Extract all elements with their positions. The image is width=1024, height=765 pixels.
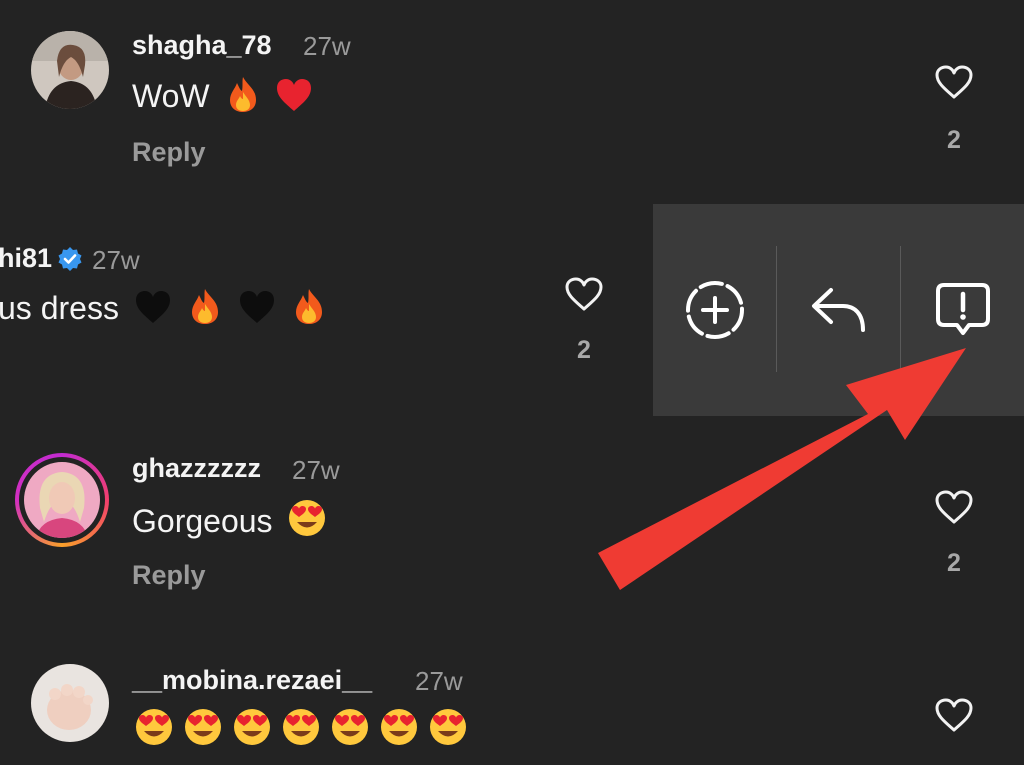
heart-eyes-emoji-icon (428, 707, 468, 755)
timestamp: 27w (415, 666, 463, 696)
fire-emoji-icon (291, 287, 327, 333)
heart-eyes-emoji-icon (287, 498, 327, 546)
heart-outline-icon (565, 277, 603, 311)
avatar[interactable] (31, 31, 109, 109)
heart-eyes-emoji-icon (330, 707, 370, 755)
like-button[interactable] (932, 697, 976, 733)
tray-divider (776, 246, 777, 372)
report-button[interactable] (901, 204, 1024, 416)
heart-eyes-emoji-icon (379, 707, 419, 755)
heart-eyes-emoji-icon (281, 707, 321, 755)
fire-emoji-icon (225, 75, 261, 121)
comment-text: WoW (132, 75, 313, 121)
heart-outline-icon (935, 65, 973, 99)
report-icon (935, 283, 990, 335)
heart-outline-icon (935, 698, 973, 732)
comment-text: Gorgeous (132, 498, 327, 546)
heart-eyes-emoji-icon (134, 707, 174, 755)
verified-badge-icon (57, 246, 83, 277)
username[interactable]: hi81 (0, 243, 52, 274)
timestamp: 27w (92, 245, 140, 275)
black-heart-emoji-icon (134, 289, 172, 333)
like-button[interactable] (932, 489, 976, 525)
comment-action-tray (653, 204, 1024, 416)
reply-action-button[interactable] (777, 204, 900, 416)
heart-eyes-emoji-icon (232, 707, 272, 755)
timestamp: 27w (292, 455, 340, 485)
add-icon (685, 281, 744, 339)
red-heart-emoji-icon (275, 77, 313, 121)
username[interactable]: __mobina.rezaei__ (132, 665, 372, 696)
username[interactable]: shagha_78 (132, 30, 272, 61)
comment-text-content: Gorgeous (132, 503, 273, 539)
heart-outline-icon (935, 490, 973, 524)
comment-text-content: us dress (0, 290, 119, 326)
avatar[interactable] (31, 664, 109, 742)
comment-text-content: WoW (132, 78, 210, 114)
like-button[interactable] (932, 64, 976, 100)
comment-text (128, 707, 468, 755)
tray-divider (900, 246, 901, 372)
reply-button[interactable]: Reply (132, 560, 206, 591)
avatar (24, 462, 100, 538)
comment-text: us dress (0, 287, 327, 333)
like-button[interactable] (562, 276, 606, 312)
like-count: 2 (577, 336, 591, 364)
reply-arrow-icon (811, 288, 865, 332)
like-count: 2 (947, 549, 961, 577)
reply-button[interactable]: Reply (132, 137, 206, 168)
username[interactable]: ghazzzzzz (132, 453, 261, 484)
timestamp: 27w (303, 31, 351, 61)
heart-eyes-emoji-icon (183, 707, 223, 755)
add-to-story-button[interactable] (653, 204, 776, 416)
fire-emoji-icon (187, 287, 223, 333)
avatar-story-ring[interactable] (15, 453, 109, 547)
like-count: 2 (947, 126, 961, 154)
black-heart-emoji-icon (238, 289, 276, 333)
